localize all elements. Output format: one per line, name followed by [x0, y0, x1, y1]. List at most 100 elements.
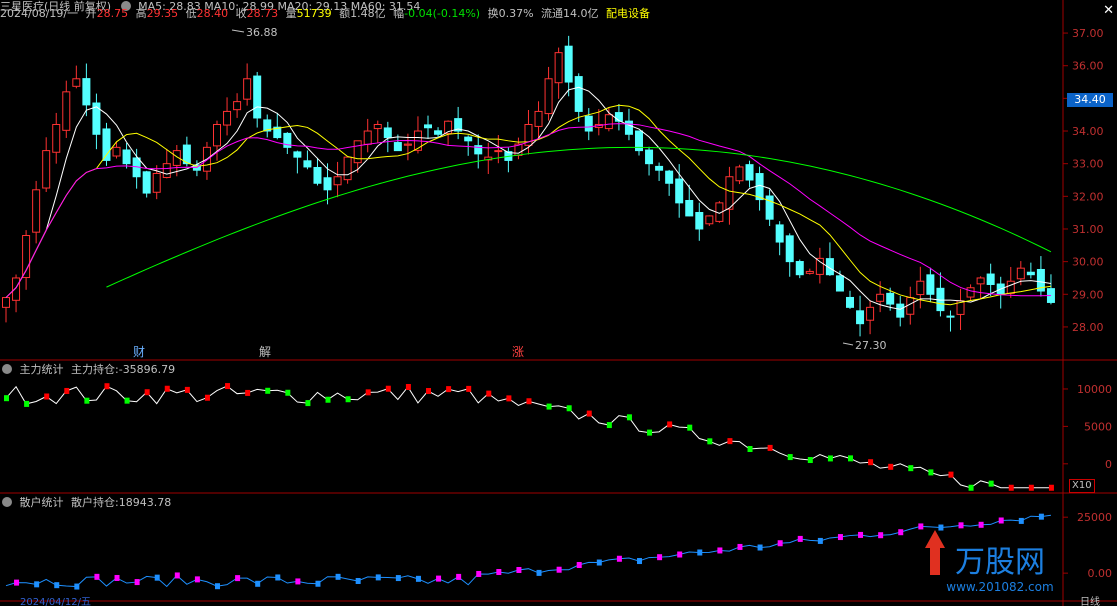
- retail-marker: [174, 572, 180, 579]
- retail-marker: [958, 522, 964, 529]
- candle-body: [1026, 271, 1035, 276]
- panel1-value: -35896.79: [118, 363, 176, 376]
- panel1-tick-label: 10000: [1077, 383, 1112, 396]
- candle-body: [876, 293, 885, 302]
- gear-icon[interactable]: [2, 497, 12, 507]
- panel2-header: 散户统计 散户持仓:18943.78: [0, 496, 175, 510]
- retail-marker: [395, 575, 401, 582]
- price-tick-label: 32.00: [1072, 190, 1104, 203]
- price-tick-label: 30.00: [1072, 256, 1104, 269]
- main-force-marker: [104, 383, 110, 390]
- candle-body: [293, 151, 302, 158]
- candle-body: [42, 150, 51, 189]
- close-icon[interactable]: ✕: [1103, 3, 1114, 18]
- candle-body: [323, 177, 332, 191]
- event-marker-limit-up: 涨: [512, 344, 524, 359]
- candle-body: [745, 164, 754, 181]
- candle-body: [243, 78, 252, 100]
- footer-date: 2024/04/12/五: [20, 597, 91, 606]
- panel1-header: 主力统计 主力持仓:-35896.79: [0, 363, 179, 377]
- candle-body: [1006, 280, 1015, 294]
- volume-label: 量: [285, 7, 297, 20]
- candle-body: [695, 211, 704, 230]
- close-label: 收: [235, 7, 247, 20]
- candle-body: [343, 156, 352, 181]
- main-force-marker: [184, 386, 190, 393]
- retail-marker: [335, 573, 341, 580]
- candle-body: [434, 130, 443, 135]
- candle-body: [554, 52, 563, 84]
- main-force-marker: [84, 397, 90, 404]
- candle-body: [765, 195, 774, 220]
- candle-body: [2, 297, 10, 308]
- main-force-marker: [807, 457, 813, 464]
- main-force-marker: [868, 459, 874, 466]
- retail-marker: [837, 534, 843, 541]
- high-label: 高: [135, 7, 147, 20]
- turnover-label: 换: [487, 7, 499, 20]
- main-force-marker: [1048, 484, 1054, 491]
- retail-marker: [496, 569, 502, 576]
- panel1-title: 主力统计: [19, 363, 64, 376]
- open-value: 28.75: [96, 7, 129, 20]
- main-force-marker: [827, 455, 833, 462]
- retail-marker: [858, 531, 864, 538]
- main-force-marker: [124, 397, 130, 404]
- main-force-marker: [506, 395, 512, 402]
- retail-marker: [596, 559, 602, 566]
- retail-marker: [34, 581, 40, 588]
- candle-body: [353, 140, 362, 164]
- main-force-marker: [4, 395, 9, 402]
- candle-body: [785, 235, 794, 263]
- high-marker-arrow: [231, 29, 245, 33]
- retail-marker: [235, 575, 241, 582]
- sector-label[interactable]: 配电设备: [606, 7, 650, 20]
- retail-marker: [114, 574, 120, 581]
- candle-body: [795, 261, 804, 276]
- retail-marker: [54, 582, 60, 589]
- retail-marker: [677, 551, 683, 558]
- retail-marker: [616, 555, 622, 562]
- candle-body: [805, 270, 814, 274]
- change-label: 幅: [393, 7, 405, 20]
- low-marker-label: 27.30: [855, 339, 887, 352]
- main-force-marker: [546, 403, 552, 410]
- panel2-title: 散户统计: [19, 496, 64, 509]
- retail-line: [5, 514, 1052, 588]
- retail-marker: [978, 521, 984, 528]
- scale-badge[interactable]: X10: [1069, 479, 1095, 493]
- main-force-marker: [526, 398, 532, 405]
- candle-body: [614, 112, 623, 122]
- panel2-value-label: 散户持仓:: [71, 496, 119, 509]
- retail-marker: [777, 540, 783, 547]
- price-tick-label: 33.00: [1072, 158, 1104, 171]
- candle-body: [373, 123, 382, 130]
- stock-chart[interactable]: 37.0036.0035.0034.0033.0032.0031.0030.00…: [0, 0, 1117, 606]
- panel1-tick-label: 5000: [1084, 420, 1112, 433]
- ma60-line: [106, 146, 1052, 288]
- date: 2024/08/19/一: [0, 7, 79, 20]
- main-force-marker: [144, 389, 150, 396]
- main-force-marker: [285, 389, 291, 396]
- event-marker-report: 财: [133, 345, 145, 359]
- candle-body: [12, 277, 21, 301]
- main-force-marker: [767, 444, 773, 451]
- candle-body: [544, 78, 553, 115]
- candle-body: [464, 136, 473, 142]
- gear-icon[interactable]: [2, 364, 12, 374]
- float-value: 14.0亿: [563, 7, 599, 20]
- retail-marker: [215, 583, 220, 590]
- candle-body: [624, 120, 633, 135]
- candle-body: [755, 173, 764, 201]
- retail-marker: [456, 573, 462, 580]
- price-tick-label: 36.00: [1072, 60, 1104, 73]
- event-marker-unlock: 解: [259, 345, 271, 359]
- candle-body: [735, 166, 744, 182]
- watermark-brand: 万股网: [955, 545, 1045, 580]
- candle-body: [655, 165, 664, 171]
- candle-body: [62, 91, 71, 131]
- watermark-arrow-icon: [925, 530, 945, 575]
- float-label: 流通: [541, 7, 564, 20]
- retail-marker: [275, 574, 281, 581]
- main-force-marker: [405, 383, 411, 390]
